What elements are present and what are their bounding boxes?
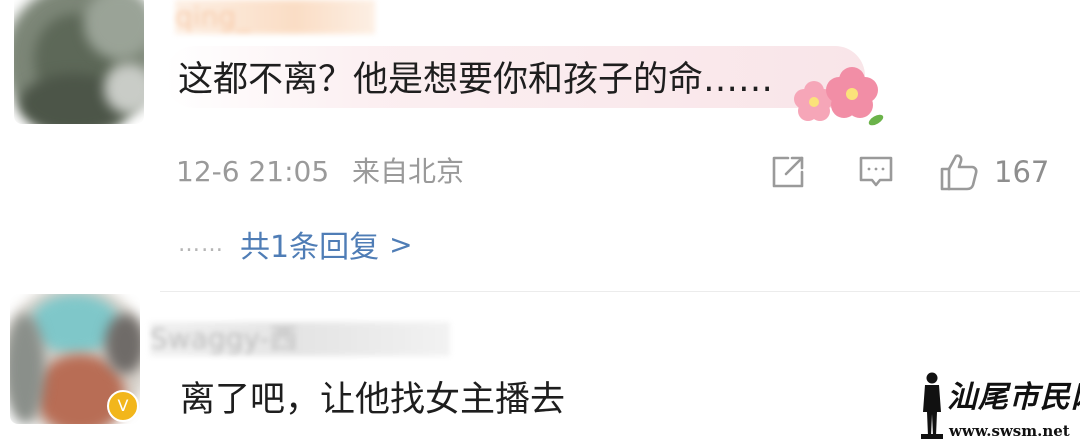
replies-count-label[interactable]: 共1条回复	[240, 222, 379, 266]
username[interactable]: Swaggy-西	[150, 322, 450, 356]
watermark-title: 汕尾市民网	[947, 380, 1080, 415]
watermark-url: www.swsm.net	[949, 422, 1070, 440]
comment-text: 这都不离？他是想要你和孩子的命……	[178, 60, 774, 100]
avatar[interactable]	[14, 0, 144, 124]
reply-button[interactable]	[856, 150, 896, 194]
comment-icon	[859, 156, 893, 187]
share-icon	[772, 156, 804, 188]
figure-silhouette-icon	[921, 372, 943, 439]
comment-item: qing_ 这都不离？他是想要你和孩子的命…… 12-6 21:05 来自北京	[0, 0, 1080, 292]
chevron-right-icon: >	[389, 227, 413, 261]
comment-meta: 12-6 21:05 来自北京	[176, 150, 464, 194]
like-button[interactable]: 167	[938, 150, 1049, 194]
thumbs-up-icon	[940, 154, 978, 191]
location: 来自北京	[352, 155, 465, 188]
share-button[interactable]	[768, 150, 808, 194]
username[interactable]: qing_	[175, 0, 375, 34]
flower-emoji-icon	[794, 67, 884, 126]
timestamp: 12-6 21:05	[176, 155, 330, 188]
watermark: 汕尾市民网 www.swsm.net	[905, 368, 1080, 445]
verified-badge: V	[107, 390, 139, 422]
comment-text: 离了吧，让他找女主播去	[180, 380, 566, 420]
replies-ellipsis: ……	[178, 231, 224, 257]
view-replies-link[interactable]: …… 共1条回复 >	[178, 222, 413, 266]
like-count: 167	[994, 155, 1050, 189]
